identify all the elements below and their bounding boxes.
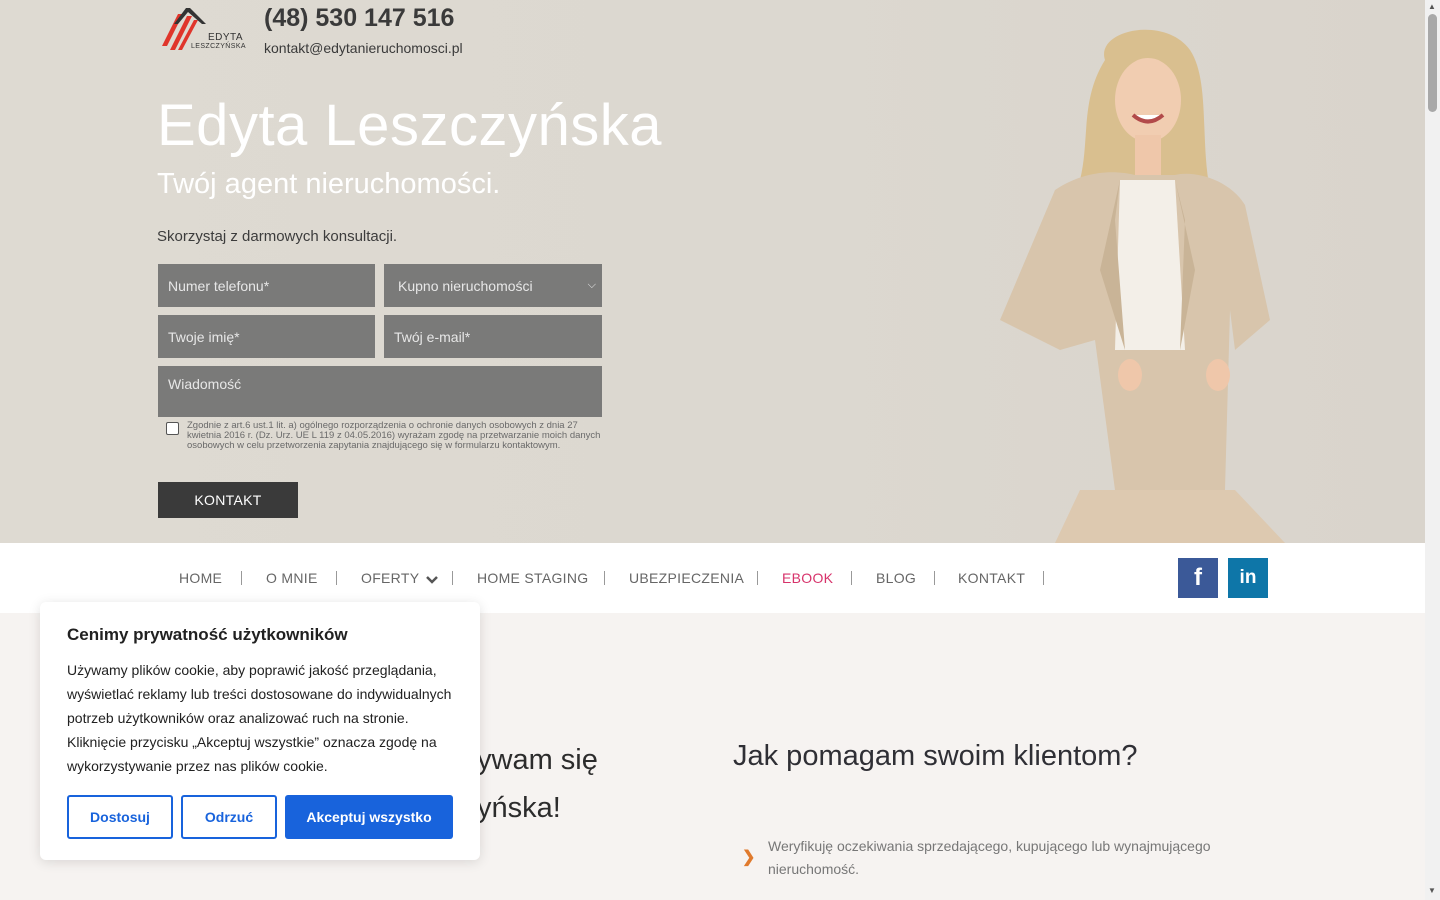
service-select[interactable]: Kupno nieruchomości ⌵ <box>384 264 602 307</box>
intro-heading-line1: ywam się <box>477 744 598 776</box>
agent-photo <box>1000 29 1285 543</box>
nav-separator <box>241 571 242 585</box>
header-email[interactable]: kontakt@edytanieruchomosci.pl <box>264 40 463 56</box>
intro-heading-line2: yńska! <box>477 792 561 824</box>
scrollbar-thumb[interactable] <box>1428 14 1437 112</box>
cookie-title: Cenimy prywatność użytkowników <box>67 625 348 644</box>
logo-surname: LESZCZYŃSKA <box>191 43 246 50</box>
header-phone[interactable]: (48) 530 147 516 <box>264 4 454 33</box>
nav-separator <box>757 571 758 585</box>
chevron-down-icon: ⌵ <box>587 279 596 291</box>
cookie-reject-button[interactable]: Odrzuć <box>181 795 277 839</box>
nav-separator <box>934 571 935 585</box>
nav-separator <box>851 571 852 585</box>
hero-lead: Skorzystaj z darmowych konsultacji. <box>157 228 398 245</box>
nav-item-ebook[interactable]: EBOOK <box>782 570 833 586</box>
name-input[interactable]: Twoje imię* <box>158 315 375 358</box>
nav-item-home[interactable]: HOME <box>179 570 222 586</box>
nav-separator <box>336 571 337 585</box>
hero-subtitle: Twój agent nieruchomości. <box>157 168 501 200</box>
cookie-accept-button[interactable]: Akceptuj wszystko <box>285 795 453 839</box>
chevron-down-icon <box>426 575 439 584</box>
page-scrollbar[interactable]: ▲ ▼ <box>1425 0 1440 900</box>
facebook-icon[interactable]: f <box>1178 558 1218 598</box>
chevron-right-icon: ❯ <box>742 849 756 866</box>
phone-input[interactable]: Numer telefonu* <box>158 264 375 307</box>
nav-item-oferty[interactable]: OFERTY <box>361 570 439 586</box>
logo-name: EDYTA <box>208 32 244 43</box>
scroll-down-icon[interactable]: ▼ <box>1428 886 1436 895</box>
nav-item-kontakt[interactable]: KONTAKT <box>958 570 1025 586</box>
scroll-up-icon[interactable]: ▲ <box>1428 2 1436 11</box>
intro-heading: ywam się yńska! <box>477 736 598 832</box>
nav-separator <box>604 571 605 585</box>
message-textarea[interactable]: Wiadomość <box>158 366 602 417</box>
hero-section: EDYTA LESZCZYŃSKA (48) 530 147 516 konta… <box>0 0 1425 543</box>
help-list-item: Weryfikuję oczekiwania sprzedającego, ku… <box>768 838 1211 877</box>
linkedin-icon[interactable]: in <box>1228 558 1268 598</box>
contact-submit-button[interactable]: KONTAKT <box>158 482 298 518</box>
nav-item-oferty-label: OFERTY <box>361 570 420 586</box>
consent-text: Zgodnie z art.6 ust.1 lit. a) ogólnego r… <box>187 420 601 451</box>
nav-item-blog[interactable]: BLOG <box>876 570 916 586</box>
cookie-body: Używamy plików cookie, aby poprawić jako… <box>67 662 452 774</box>
help-heading: Jak pomagam swoim klientom? <box>733 740 1138 772</box>
nav-item-ubezpieczenia[interactable]: UBEZPIECZENIA <box>629 570 744 586</box>
consent-checkbox[interactable] <box>166 422 179 435</box>
nav-item-o-mnie[interactable]: O MNIE <box>266 570 318 586</box>
service-select-value: Kupno nieruchomości <box>398 278 533 294</box>
cookie-banner: Cenimy prywatność użytkowników Używamy p… <box>40 602 480 860</box>
hero-title: Edyta Leszczyńska <box>157 93 662 158</box>
nav-separator <box>1043 571 1044 585</box>
nav-item-home-staging[interactable]: HOME STAGING <box>477 570 588 586</box>
nav-separator <box>452 571 453 585</box>
email-input[interactable]: Twój e-mail* <box>384 315 602 358</box>
cookie-customize-button[interactable]: Dostosuj <box>67 795 173 839</box>
